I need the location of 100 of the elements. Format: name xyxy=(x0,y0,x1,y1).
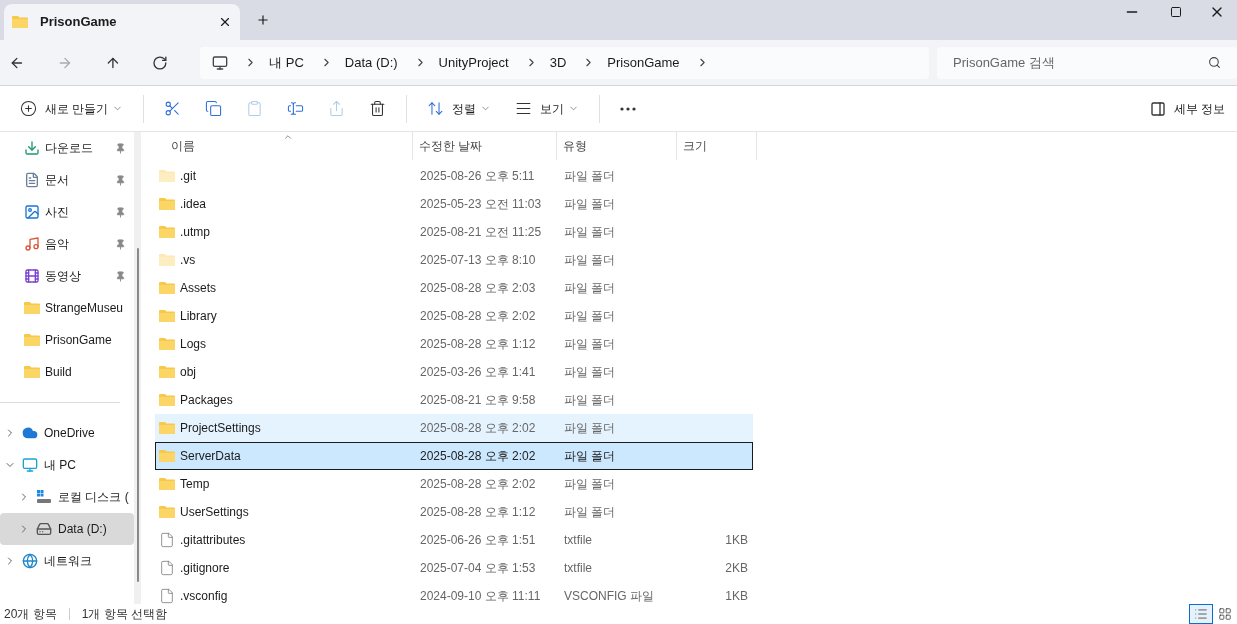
quick-access-label: 동영상 xyxy=(45,268,82,285)
download-icon xyxy=(24,140,40,156)
column-header[interactable]: 유형 xyxy=(557,132,677,160)
tree-label: 내 PC xyxy=(44,457,76,474)
folder-icon xyxy=(24,333,40,347)
file-row[interactable]: .utmp 2025-08-21 오전 11:25 파일 폴더 xyxy=(155,218,753,246)
file-row[interactable]: UserSettings 2025-08-28 오후 1:12 파일 폴더 xyxy=(155,498,753,526)
quick-access-item[interactable]: 음악 xyxy=(0,228,134,260)
type-cell-text: 파일 폴더 xyxy=(563,280,617,297)
folder-icon xyxy=(159,309,175,323)
breadcrumb-item[interactable]: 내 PC xyxy=(269,52,304,73)
window-tab[interactable]: PrisonGame xyxy=(4,4,240,40)
type-cell-text: 파일 폴더 xyxy=(563,364,617,381)
details-button[interactable]: 세부 정보 xyxy=(1145,99,1229,118)
column-header[interactable]: 수정한 날짜 xyxy=(413,132,557,160)
breadcrumb-item[interactable]: Data (D:) xyxy=(344,52,398,73)
breadcrumb-item[interactable]: UnityProject xyxy=(438,52,509,73)
quick-access-item[interactable]: 동영상 xyxy=(0,260,134,292)
type-cell-text: 파일 폴더 xyxy=(563,392,617,409)
share-icon xyxy=(328,100,346,117)
quick-access-label: 다운로드 xyxy=(45,140,94,157)
date-cell-text: 2025-07-13 오후 8:10 xyxy=(419,252,537,269)
breadcrumb-item[interactable]: PrisonGame xyxy=(607,52,680,73)
details-view-button[interactable] xyxy=(1189,604,1213,624)
tree-item[interactable]: Data (D:) xyxy=(0,513,134,545)
rename-icon xyxy=(287,100,305,117)
quick-access-label: Build xyxy=(45,364,73,381)
folder-icon xyxy=(159,449,175,463)
folder-icon xyxy=(12,15,28,29)
file-name: obj xyxy=(180,364,196,381)
date-cell-text: 2024-09-10 오후 11:11 xyxy=(419,588,542,605)
file-row[interactable]: .vs 2025-07-13 오후 8:10 파일 폴더 xyxy=(155,246,753,274)
tree-item[interactable]: 네트워크 xyxy=(0,545,134,577)
quick-access-label: StrangeMuseu xyxy=(45,300,125,317)
quick-access-item[interactable]: 다운로드 xyxy=(0,132,134,164)
copy-icon xyxy=(205,100,223,117)
file-name: .idea xyxy=(180,196,207,213)
sort-button[interactable]: 정렬 xyxy=(415,92,504,125)
maximize-icon[interactable] xyxy=(1170,6,1182,18)
file-row[interactable]: Assets 2025-08-28 오후 2:03 파일 폴더 xyxy=(155,274,753,302)
quick-access-item[interactable]: 문서 xyxy=(0,164,134,196)
clipboard-icon xyxy=(246,100,264,117)
file-row[interactable]: .idea 2025-05-23 오전 11:03 파일 폴더 xyxy=(155,190,753,218)
tree-label: 로컬 디스크 ( xyxy=(58,489,129,506)
monitor-icon xyxy=(212,54,229,71)
column-header[interactable]: 크기 xyxy=(677,132,757,160)
music-icon xyxy=(24,236,40,252)
type-cell-text: VSCONFIG 파일 xyxy=(563,588,655,605)
file-name: Library xyxy=(180,308,217,325)
file-row[interactable]: obj 2025-03-26 오후 1:41 파일 폴더 xyxy=(155,358,753,386)
file-row[interactable]: .git 2025-08-26 오후 5:11 파일 폴더 xyxy=(155,162,753,190)
file-row[interactable]: Library 2025-08-28 오후 2:02 파일 폴더 xyxy=(155,302,753,330)
file-row[interactable]: .gitattributes 2025-06-26 오후 1:51 txtfile 1KB xyxy=(155,526,753,554)
document-icon xyxy=(24,172,40,188)
date-cell-text: 2025-08-28 오후 2:02 xyxy=(419,476,537,493)
quick-access-label: 문서 xyxy=(45,172,70,189)
scrollbar[interactable] xyxy=(134,132,141,604)
quick-access-item[interactable]: PrisonGame xyxy=(0,324,134,356)
breadcrumb-item[interactable]: 3D xyxy=(549,52,567,73)
tree-item[interactable]: 내 PC xyxy=(0,449,134,481)
search-field[interactable]: PrisonGame 검색 xyxy=(937,46,1237,79)
column-header[interactable]: 이름 xyxy=(155,132,413,160)
file-name: .gitignore xyxy=(180,560,230,577)
quick-access-label: PrisonGame xyxy=(45,332,113,349)
network-icon xyxy=(22,553,38,569)
plus-circle-icon xyxy=(20,100,37,117)
file-row[interactable]: Packages 2025-08-21 오후 9:58 파일 폴더 xyxy=(155,386,753,414)
file-row[interactable]: .gitignore 2025-07-04 오후 1:53 txtfile 2KB xyxy=(155,554,753,582)
cloud-icon xyxy=(22,425,38,441)
date-cell-text: 2025-08-26 오후 5:11 xyxy=(419,168,536,185)
file-row[interactable]: Logs 2025-08-28 오후 1:12 파일 폴더 xyxy=(155,330,753,358)
file-name: Temp xyxy=(180,476,210,493)
file-name: Assets xyxy=(180,280,216,297)
details-pane-icon xyxy=(1149,100,1166,117)
quick-access-item[interactable]: 사진 xyxy=(0,196,134,228)
new-tab-icon[interactable] xyxy=(256,13,270,27)
file-row[interactable]: ProjectSettings 2025-08-28 오후 2:02 파일 폴더 xyxy=(155,414,753,442)
tree-item[interactable]: 로컬 디스크 ( xyxy=(0,481,134,513)
close-tab-icon[interactable] xyxy=(218,15,232,29)
quick-access-item[interactable]: StrangeMuseu xyxy=(0,292,134,324)
date-cell-text: 2025-08-28 오후 1:12 xyxy=(419,504,537,521)
folder-icon xyxy=(159,505,175,519)
folder-icon xyxy=(159,365,175,379)
date-cell-text: 2025-08-28 오후 2:03 xyxy=(419,280,537,297)
file-row[interactable]: Temp 2025-08-28 오후 2:02 파일 폴더 xyxy=(155,470,753,498)
scissors-icon xyxy=(164,100,182,117)
folder-icon xyxy=(159,477,175,491)
date-cell-text: 2025-08-28 오후 2:02 xyxy=(419,448,537,465)
address-bar[interactable]: 내 PC Data (D:) UnityProject 3D PrisonGame xyxy=(200,46,929,79)
date-cell-text: 2025-08-21 오후 9:58 xyxy=(419,392,537,409)
new-button[interactable]: 새로 만들기 xyxy=(8,92,136,125)
quick-access-item[interactable]: Build xyxy=(0,356,134,388)
folder-icon xyxy=(159,225,175,239)
tree-item[interactable]: OneDrive xyxy=(0,417,134,449)
view-button[interactable]: 보기 xyxy=(503,92,592,125)
type-cell-text: 파일 폴더 xyxy=(563,252,617,269)
file-row[interactable]: ServerData 2025-08-28 오후 2:02 파일 폴더 xyxy=(155,442,753,470)
folder-icon xyxy=(24,365,40,379)
refresh-icon[interactable] xyxy=(152,54,169,71)
monitor-icon xyxy=(22,457,38,473)
